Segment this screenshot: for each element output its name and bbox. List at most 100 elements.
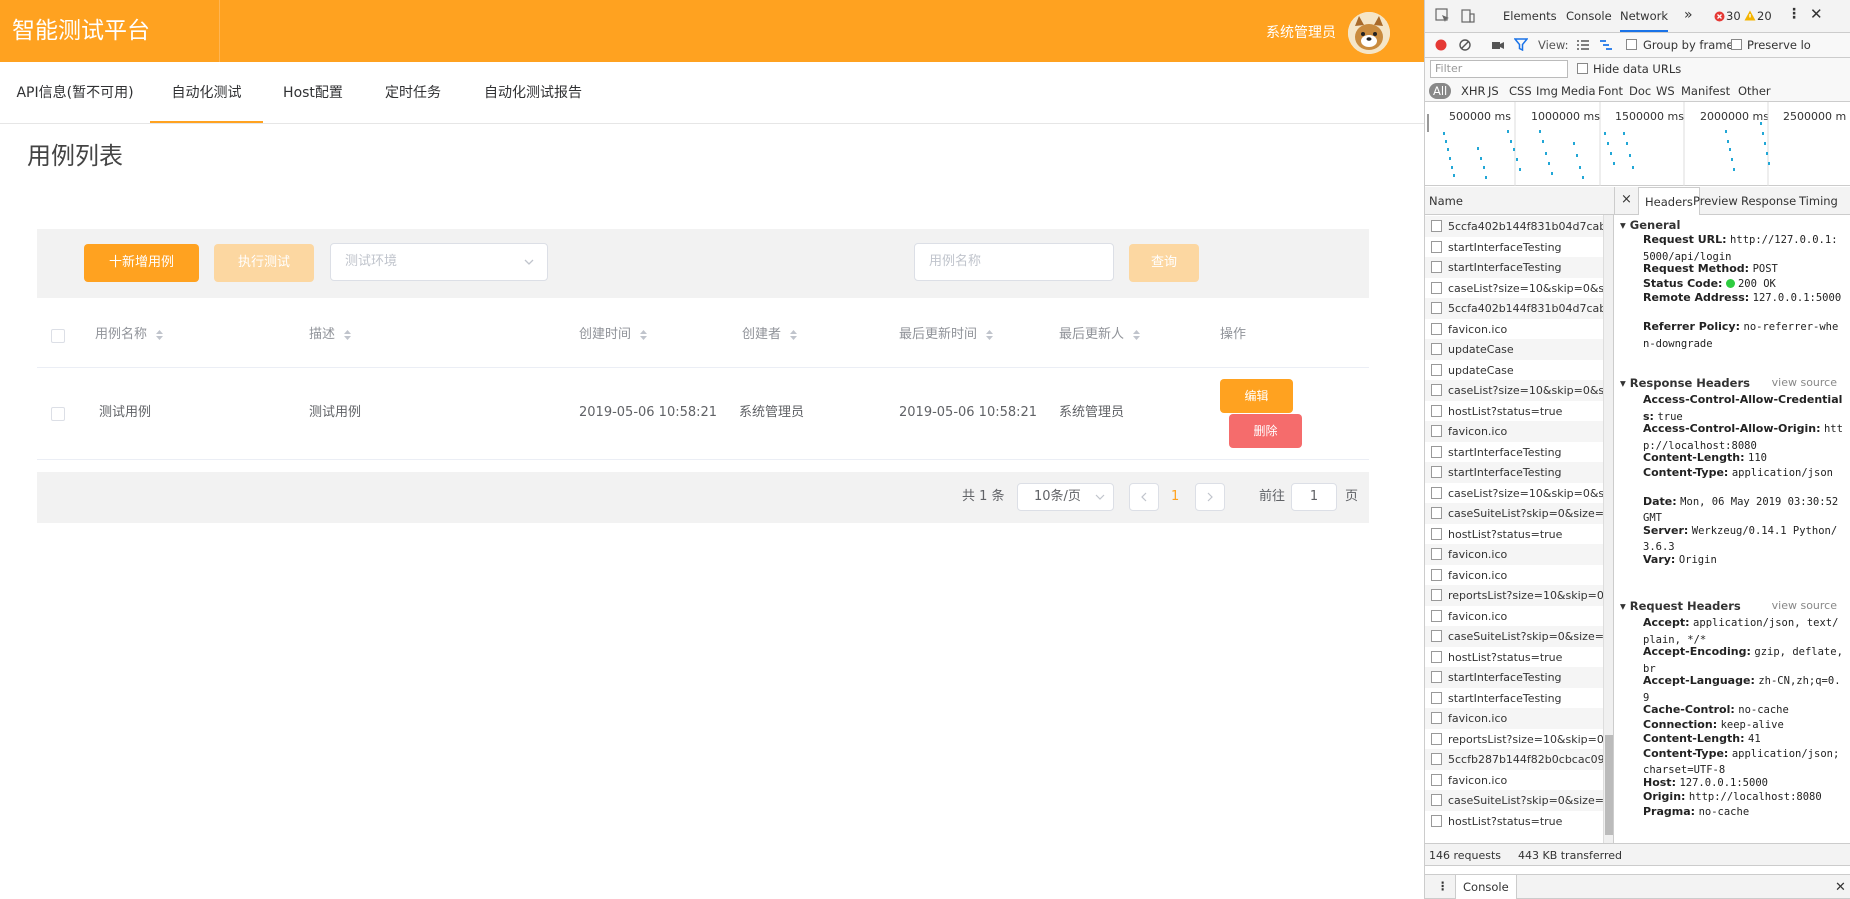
request-row[interactable]: favicon.ico bbox=[1425, 769, 1613, 791]
request-row[interactable]: startInterfaceTesting bbox=[1425, 236, 1613, 258]
type-filter-doc[interactable]: Doc bbox=[1629, 84, 1651, 98]
tab-host-config[interactable]: Host配置 bbox=[263, 62, 363, 123]
type-filter-ws[interactable]: WS bbox=[1656, 84, 1675, 98]
close-detail-icon[interactable]: × bbox=[1621, 192, 1632, 207]
request-row[interactable]: favicon.ico bbox=[1425, 544, 1613, 565]
sort-icon[interactable] bbox=[155, 329, 164, 341]
device-toolbar-icon[interactable] bbox=[1460, 8, 1476, 24]
error-icon[interactable] bbox=[1714, 11, 1725, 22]
filter-icon[interactable] bbox=[1514, 38, 1528, 51]
list-view-icon[interactable] bbox=[1576, 39, 1590, 51]
type-filter-css[interactable]: CSS bbox=[1509, 84, 1532, 98]
type-filter-img[interactable]: Img bbox=[1536, 84, 1558, 98]
col-header-desc[interactable]: 描述 bbox=[309, 325, 352, 345]
record-icon[interactable] bbox=[1435, 39, 1447, 51]
type-filter-font[interactable]: Font bbox=[1598, 84, 1623, 98]
warning-count[interactable]: 20 bbox=[1757, 9, 1772, 23]
request-row[interactable]: hostList?status=true bbox=[1425, 400, 1613, 422]
request-row[interactable]: favicon.ico bbox=[1425, 318, 1613, 340]
request-row[interactable]: 5ccfa402b144f831b04d7cab bbox=[1425, 298, 1613, 319]
page-size-select[interactable]: 10条/页 bbox=[1017, 483, 1114, 511]
tab-scheduled-tasks[interactable]: 定时任务 bbox=[363, 62, 463, 123]
select-all-checkbox[interactable] bbox=[51, 329, 65, 343]
query-button[interactable]: 查询 bbox=[1129, 244, 1199, 282]
name-column-header[interactable]: Name bbox=[1429, 194, 1463, 208]
col-header-updated[interactable]: 最后更新时间 bbox=[899, 325, 994, 345]
request-row[interactable]: reportsList?size=10&skip=0 bbox=[1425, 728, 1613, 750]
waterfall-view-icon[interactable] bbox=[1599, 39, 1613, 51]
response-headers-title[interactable]: ▾ Response Headers bbox=[1620, 376, 1750, 390]
drawer-menu-icon[interactable]: ⋮ bbox=[1437, 879, 1449, 893]
preserve-log-checkbox[interactable] bbox=[1731, 39, 1742, 50]
request-row[interactable]: caseList?size=10&skip=0&s bbox=[1425, 380, 1613, 401]
request-row[interactable]: startInterfaceTesting bbox=[1425, 667, 1613, 688]
row-checkbox[interactable] bbox=[51, 407, 65, 421]
general-section-title[interactable]: ▾ General bbox=[1620, 218, 1680, 232]
warning-icon[interactable] bbox=[1744, 10, 1756, 21]
user-name[interactable]: 系统管理员 bbox=[1266, 0, 1336, 66]
request-view-source-link[interactable]: view source bbox=[1772, 599, 1837, 612]
tab-test-reports[interactable]: 自动化测试报告 bbox=[463, 62, 603, 123]
devtools-tab-network[interactable]: Network bbox=[1620, 9, 1669, 32]
request-headers-title[interactable]: ▾ Request Headers bbox=[1620, 599, 1741, 613]
type-filter-manifest[interactable]: Manifest bbox=[1681, 84, 1730, 98]
drawer-tab-console[interactable]: Console bbox=[1455, 875, 1517, 899]
request-row[interactable]: startInterfaceTesting bbox=[1425, 441, 1613, 463]
request-row[interactable]: startInterfaceTesting bbox=[1425, 687, 1613, 709]
detail-tab-preview[interactable]: Preview bbox=[1693, 194, 1738, 208]
request-row[interactable]: hostList?status=true bbox=[1425, 646, 1613, 668]
request-row[interactable]: caseSuiteList?skip=0&size=: bbox=[1425, 790, 1613, 811]
type-filter-media[interactable]: Media bbox=[1561, 84, 1596, 98]
scrollbar-thumb[interactable] bbox=[1605, 735, 1613, 835]
request-row[interactable]: favicon.ico bbox=[1425, 421, 1613, 442]
next-page-button[interactable] bbox=[1195, 483, 1225, 511]
request-row[interactable]: 5ccfa402b144f831b04d7cab bbox=[1425, 216, 1613, 237]
request-row[interactable]: reportsList?size=10&skip=0 bbox=[1425, 585, 1613, 606]
request-row[interactable]: caseList?size=10&skip=0&s bbox=[1425, 482, 1613, 504]
request-row[interactable]: startInterfaceTesting bbox=[1425, 462, 1613, 483]
error-count[interactable]: 30 bbox=[1726, 9, 1741, 23]
devtools-tab-console[interactable]: Console bbox=[1566, 9, 1612, 23]
run-test-button[interactable]: 执行测试 bbox=[214, 244, 314, 282]
hide-data-urls-checkbox[interactable] bbox=[1577, 63, 1588, 74]
detail-tab-response[interactable]: Response bbox=[1741, 194, 1796, 208]
request-row[interactable]: caseSuiteList?skip=0&size=: bbox=[1425, 503, 1613, 524]
request-row[interactable]: startInterfaceTesting bbox=[1425, 257, 1613, 278]
avatar[interactable] bbox=[1348, 12, 1390, 54]
request-row[interactable]: hostList?status=true bbox=[1425, 810, 1613, 832]
group-by-frame-checkbox[interactable] bbox=[1626, 39, 1637, 50]
current-page[interactable]: 1 bbox=[1171, 487, 1179, 507]
sort-icon[interactable] bbox=[985, 329, 994, 341]
test-env-select[interactable]: 测试环境 bbox=[330, 243, 548, 281]
request-row[interactable]: updateCase bbox=[1425, 339, 1613, 360]
type-filter-all[interactable]: All bbox=[1429, 83, 1452, 99]
tab-auto-test[interactable]: 自动化测试 bbox=[150, 62, 263, 123]
request-row[interactable]: 5ccfb287b144f82b0cbcac09 bbox=[1425, 749, 1613, 770]
request-row[interactable]: caseSuiteList?skip=0&size=: bbox=[1425, 626, 1613, 647]
sort-icon[interactable] bbox=[343, 329, 352, 341]
response-view-source-link[interactable]: view source bbox=[1772, 376, 1837, 389]
case-name-search-input[interactable]: 用例名称 bbox=[914, 243, 1114, 281]
request-row[interactable]: updateCase bbox=[1425, 359, 1613, 381]
cell-case-name[interactable]: 测试用例 bbox=[99, 403, 151, 423]
clear-icon[interactable] bbox=[1459, 39, 1471, 51]
request-row[interactable]: favicon.ico bbox=[1425, 564, 1613, 586]
detail-tab-timing[interactable]: Timing bbox=[1799, 194, 1838, 208]
tab-api-info[interactable]: API信息(暂不可用) bbox=[0, 62, 150, 123]
type-filter-other[interactable]: Other bbox=[1738, 84, 1771, 98]
close-icon[interactable]: ✕ bbox=[1810, 5, 1823, 23]
col-header-creator[interactable]: 创建者 bbox=[742, 325, 798, 345]
sort-icon[interactable] bbox=[1132, 329, 1141, 341]
filter-input[interactable]: Filter bbox=[1430, 60, 1568, 78]
request-list-scrollbar[interactable] bbox=[1603, 215, 1613, 843]
prev-page-button[interactable] bbox=[1129, 483, 1159, 511]
col-header-updater[interactable]: 最后更新人 bbox=[1059, 325, 1141, 345]
sort-icon[interactable] bbox=[639, 329, 648, 341]
devtools-tab-elements[interactable]: Elements bbox=[1503, 9, 1557, 23]
screenshot-icon[interactable] bbox=[1491, 39, 1505, 51]
sort-icon[interactable] bbox=[789, 329, 798, 341]
request-row[interactable]: hostList?status=true bbox=[1425, 523, 1613, 545]
network-overview[interactable]: 500000 ms 1000000 ms 1500000 ms 2000000 … bbox=[1425, 102, 1850, 186]
delete-button[interactable]: 删除 bbox=[1229, 414, 1302, 448]
detail-tab-headers[interactable]: Headers bbox=[1638, 187, 1700, 215]
